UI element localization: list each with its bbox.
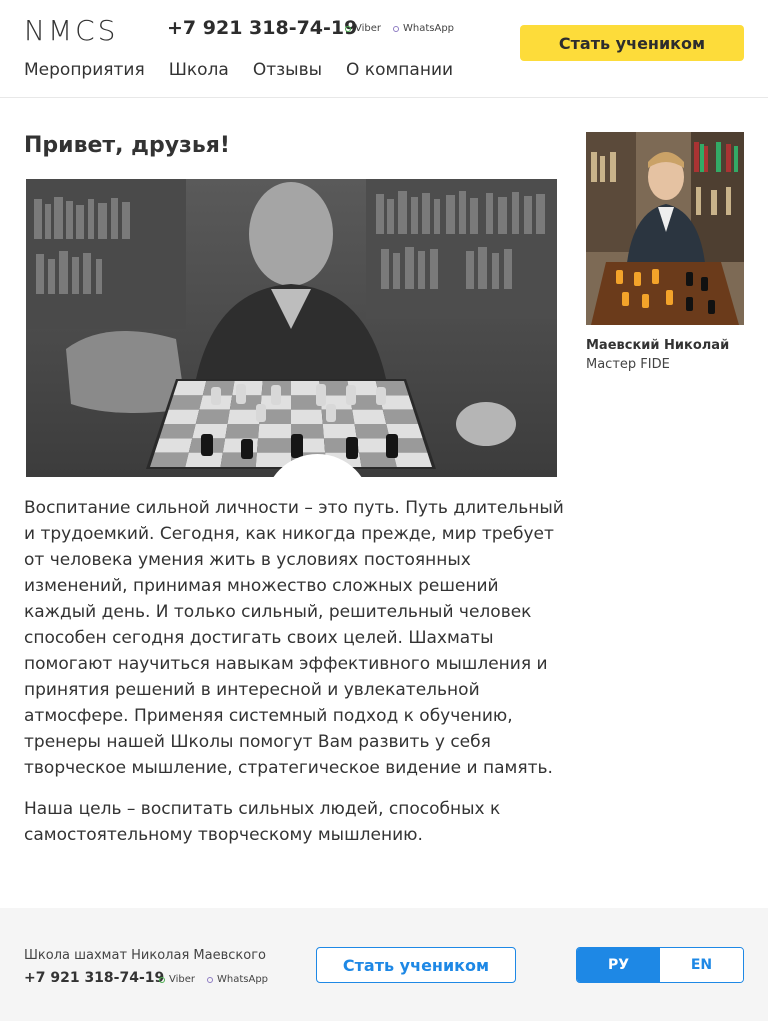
footer-viber-label: Viber bbox=[169, 974, 196, 985]
coach-image bbox=[586, 132, 744, 325]
site-footer: Школа шахмат Николая Маевского +7 921 31… bbox=[0, 908, 768, 1021]
nav-item-school[interactable]: Школа bbox=[169, 60, 229, 80]
intro-video[interactable] bbox=[26, 179, 557, 477]
nav-item-about[interactable]: О компании bbox=[346, 60, 453, 80]
footer-whatsapp-link[interactable]: WhatsApp bbox=[207, 974, 268, 985]
lang-ru-button[interactable]: РУ bbox=[577, 948, 660, 982]
whatsapp-link[interactable]: WhatsApp bbox=[393, 23, 454, 34]
nav-item-reviews[interactable]: Отзывы bbox=[253, 60, 322, 80]
footer-school-name: Школа шахмат Николая Маевского bbox=[24, 948, 266, 963]
viber-dot-icon bbox=[345, 25, 351, 32]
nav-item-events[interactable]: Мероприятия bbox=[24, 60, 145, 80]
viber-label: Viber bbox=[355, 23, 382, 34]
site-logo[interactable]: NMCS bbox=[24, 14, 118, 47]
whatsapp-dot-icon bbox=[207, 976, 213, 983]
whatsapp-label: WhatsApp bbox=[403, 23, 455, 34]
whatsapp-dot-icon bbox=[393, 25, 399, 32]
page-title: Привет, друзья! bbox=[24, 133, 230, 158]
goal-paragraph: Наша цель – воспитать сильных людей, спо… bbox=[24, 799, 501, 845]
coach-title: Мастер FIDE bbox=[586, 357, 670, 372]
become-student-button[interactable]: Стать учеником bbox=[520, 25, 744, 61]
main-nav: Мероприятия Школа Отзывы О компании bbox=[24, 60, 453, 80]
footer-viber-link[interactable]: Viber bbox=[159, 974, 195, 985]
language-switcher: РУ EN bbox=[576, 947, 744, 983]
video-thumbnail bbox=[26, 179, 557, 477]
viber-dot-icon bbox=[159, 976, 165, 983]
footer-phone[interactable]: +7 921 318-74-19 bbox=[24, 970, 164, 986]
lang-en-button[interactable]: EN bbox=[660, 948, 743, 982]
footer-become-student-button[interactable]: Стать учеником bbox=[316, 947, 516, 983]
site-header: NMCS +7 921 318-74-19 Viber WhatsApp Ста… bbox=[0, 0, 768, 98]
header-phone[interactable]: +7 921 318-74-19 bbox=[167, 17, 357, 39]
coach-photo bbox=[586, 132, 744, 325]
intro-text: Воспитание сильной личности – это путь. … bbox=[24, 495, 564, 863]
intro-paragraph: Воспитание сильной личности – это путь. … bbox=[24, 498, 564, 778]
viber-link[interactable]: Viber bbox=[345, 23, 381, 34]
coach-name: Маевский Николай bbox=[586, 338, 730, 353]
footer-whatsapp-label: WhatsApp bbox=[217, 974, 269, 985]
